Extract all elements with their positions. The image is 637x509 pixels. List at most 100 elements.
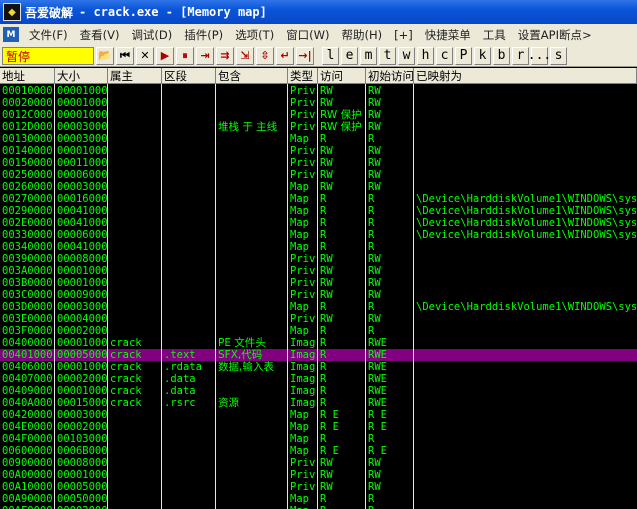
column-header-8[interactable]: 已映射为 xyxy=(414,68,637,84)
table-row[interactable]: 00600000 0006B000 Map R E R E xyxy=(0,445,637,457)
run-icon[interactable]: ▶ xyxy=(156,46,174,65)
menu-plus[interactable]: [+] xyxy=(388,28,419,42)
cell-5: Priv xyxy=(290,313,316,325)
table-row[interactable]: 00A00000 00001000 Priv RW RW xyxy=(0,469,637,481)
table-row[interactable]: 00130000 00003000 Map R R xyxy=(0,133,637,145)
column-header-7[interactable]: 初始访问 xyxy=(366,68,414,84)
table-row[interactable]: 00150000 00011000 Priv RW RW xyxy=(0,157,637,169)
trace-into-icon[interactable]: ⇲ xyxy=(236,46,254,65)
window-button-10[interactable]: r xyxy=(512,46,529,65)
trace-over-icon[interactable]: ⇳ xyxy=(256,46,274,65)
cell-0: 00A00000 xyxy=(2,469,53,481)
window-button-12[interactable]: s xyxy=(550,46,567,65)
toolbar: 暂停 📂 ⏮ ✕ ▶ ⏸ ⇥ ⇉ ⇲ ⇳ ↵ →| l e m t w h c Pk b r... s xyxy=(0,45,637,67)
menu-tools[interactable]: 工具 xyxy=(477,27,512,43)
window-button-2[interactable]: m xyxy=(360,46,377,65)
table-row[interactable]: 00020000 00001000 Priv RW RW xyxy=(0,97,637,109)
goto-icon[interactable]: →| xyxy=(296,46,314,65)
table-row[interactable]: 00390000 00008000 Priv RW RW xyxy=(0,253,637,265)
title-bar[interactable]: ◆ 吾爱破解 - crack.exe - [Memory map] xyxy=(0,0,637,24)
window-button-9[interactable]: b xyxy=(493,46,510,65)
step-into-icon[interactable]: ⇥ xyxy=(196,46,214,65)
table-row[interactable]: 00270000 00016000 Map R R \Device\HarddiskVol… xyxy=(0,193,637,205)
window-button-7[interactable]: P xyxy=(455,46,472,65)
table-row[interactable]: 00A10000 00005000 Priv RW RW xyxy=(0,481,637,493)
cell-6: R xyxy=(320,133,327,145)
table-row[interactable]: 0012D000 00003000 堆栈 于 主线 Priv RW 保护 RW xyxy=(0,121,637,133)
table-row[interactable]: 00260000 00003000 Map RW RW xyxy=(0,181,637,193)
column-header-5[interactable]: 类型 xyxy=(288,68,318,84)
table-row[interactable]: 00409000 00001000 crack .data Imag R RWE xyxy=(0,385,637,397)
table-row[interactable]: 0012C000 00001000 Priv RW 保护 RW xyxy=(0,109,637,121)
table-row[interactable]: 00400000 00001000 crack PE 文件头 Imag R RWE xyxy=(0,337,637,349)
window-button-8[interactable]: k xyxy=(474,46,491,65)
table-row[interactable]: 004E0000 00002000 Map R E R E xyxy=(0,421,637,433)
cell-5: Priv xyxy=(290,289,316,301)
menu-view[interactable]: 查看(V) xyxy=(74,27,126,43)
menu-file[interactable]: 文件(F) xyxy=(23,27,74,43)
table-row[interactable]: 00407000 00002000 crack .data Imag R RWE xyxy=(0,373,637,385)
window-button-6[interactable]: c xyxy=(436,46,453,65)
cell-5: Priv xyxy=(290,121,316,133)
column-header-6[interactable]: 访问 xyxy=(318,68,366,84)
window-button-1[interactable]: e xyxy=(341,46,358,65)
menu-window[interactable]: 窗口(W) xyxy=(280,27,335,43)
table-row[interactable]: 00900000 00008000 Priv RW RW xyxy=(0,457,637,469)
cell-5: Priv xyxy=(290,253,316,265)
status-indicator: 暂停 xyxy=(2,46,94,65)
app-icon[interactable]: ◆ xyxy=(3,3,21,21)
pause-icon[interactable]: ⏸ xyxy=(176,46,194,65)
table-row[interactable]: 004F0000 00103000 Map R R xyxy=(0,433,637,445)
cell-5: Map xyxy=(290,445,309,457)
cell-0: 00A10000 xyxy=(2,481,53,493)
table-row[interactable]: 003C0000 00009000 Priv RW RW xyxy=(0,289,637,301)
window-button-11[interactable]: ... xyxy=(528,46,551,65)
cell-6: RW xyxy=(320,157,333,169)
cell-7: RW xyxy=(368,469,381,481)
memory-map-table[interactable]: 00010000 00001000 Priv RW RW 00020000 00001000… xyxy=(0,84,637,509)
close-icon[interactable]: ✕ xyxy=(136,46,154,65)
mdi-icon[interactable]: M xyxy=(3,27,19,42)
table-row[interactable]: 00420000 00003000 Map R E R E xyxy=(0,409,637,421)
column-header-4[interactable]: 包含 xyxy=(216,68,288,84)
menu-api-breakpoints[interactable]: 设置API断点> xyxy=(512,27,598,43)
table-row[interactable]: 00AF000000002000MapRR xyxy=(0,505,637,509)
window-button-3[interactable]: t xyxy=(379,46,396,65)
cell-2: crack xyxy=(110,337,142,349)
menu-debug[interactable]: 调试(D) xyxy=(125,27,178,43)
window-button-5[interactable]: h xyxy=(417,46,434,65)
cell-1: 00002000 xyxy=(57,373,108,385)
table-row[interactable]: 003E0000 00004000 Priv RW RW xyxy=(0,313,637,325)
window-button-0[interactable]: l xyxy=(322,46,339,65)
table-row[interactable]: 00340000 00041000 Map R R xyxy=(0,241,637,253)
table-row[interactable]: 00406000 00001000 crack .rdata 数据,输入表 Imag R RW… xyxy=(0,361,637,373)
table-row[interactable]: 00290000 00041000 Map R R \Device\HarddiskVol… xyxy=(0,205,637,217)
open-icon[interactable]: 📂 xyxy=(96,46,114,65)
menu-help[interactable]: 帮助(H) xyxy=(336,27,389,43)
table-row[interactable]: 00401000 00005000 crack .text SFX,代码 Imag R RWE xyxy=(0,349,637,361)
cell-1: 00041000 xyxy=(57,205,108,217)
column-header-1[interactable]: 大小 xyxy=(55,68,108,84)
table-row[interactable]: 003F0000 00002000 Map R R xyxy=(0,325,637,337)
table-row[interactable]: 00140000 00001000 Priv RW RW xyxy=(0,145,637,157)
table-row[interactable]: 003D0000 00003000 Map R R \Device\HarddiskVol… xyxy=(0,301,637,313)
column-header-2[interactable]: 属主 xyxy=(108,68,162,84)
table-row[interactable]: 0040A000 00015000 crack .rsrc 资源 Imag R RWE xyxy=(0,397,637,409)
column-header-3[interactable]: 区段 xyxy=(162,68,216,84)
table-row[interactable]: 003B0000 00001000 Priv RW RW xyxy=(0,277,637,289)
restart-icon[interactable]: ⏮ xyxy=(116,46,134,65)
cell-0: 00140000 xyxy=(2,145,53,157)
table-row[interactable]: 002E0000 00041000 Map R R \Device\HarddiskVol… xyxy=(0,217,637,229)
table-row[interactable]: 00A90000 00050000 Map R R xyxy=(0,493,637,505)
window-button-4[interactable]: w xyxy=(398,46,415,65)
menu-options[interactable]: 选项(T) xyxy=(229,27,280,43)
menu-plugins[interactable]: 插件(P) xyxy=(178,27,229,43)
step-over-icon[interactable]: ⇉ xyxy=(216,46,234,65)
column-header-0[interactable]: 地址 xyxy=(0,68,55,84)
execute-till-return-icon[interactable]: ↵ xyxy=(276,46,294,65)
menu-shortcuts[interactable]: 快捷菜单 xyxy=(419,27,477,43)
table-row[interactable]: 00010000 00001000 Priv RW RW xyxy=(0,85,637,97)
table-row[interactable]: 00330000 00006000 Map R R \Device\HarddiskVol… xyxy=(0,229,637,241)
table-row[interactable]: 00250000 00006000 Priv RW RW xyxy=(0,169,637,181)
table-row[interactable]: 003A0000 00001000 Priv RW RW xyxy=(0,265,637,277)
